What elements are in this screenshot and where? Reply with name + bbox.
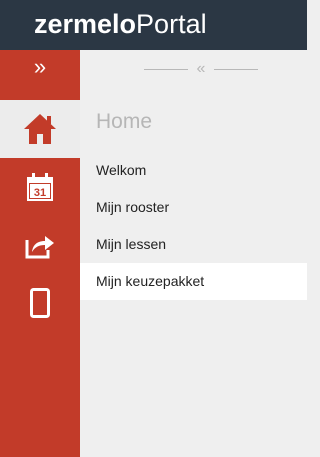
collapse-panel-button[interactable]: « — [144, 60, 258, 77]
main-content: « Home Welkom Mijn rooster Mijn lessen M… — [80, 50, 307, 457]
logo-bold-text: zermelo — [34, 9, 137, 39]
logo-light-text: Portal — [136, 9, 207, 39]
expand-rail-button[interactable]: » — [0, 50, 80, 86]
share-icon — [25, 236, 54, 259]
home-menu: Welkom Mijn rooster Mijn lessen Mijn keu… — [80, 152, 307, 300]
chevron-double-left-icon: « — [196, 60, 206, 77]
menu-item-mijn-rooster[interactable]: Mijn rooster — [80, 189, 307, 226]
rail-item-mobile[interactable] — [0, 274, 80, 332]
portal-logo[interactable]: zermeloPortal — [34, 7, 207, 41]
top-bar: zermeloPortal — [0, 0, 307, 50]
rail-item-schedule[interactable]: 31 — [0, 158, 80, 216]
menu-item-welkom[interactable]: Welkom — [80, 152, 307, 189]
collapse-line-right — [214, 69, 258, 70]
calendar-icon: 31 — [27, 173, 53, 201]
menu-item-mijn-keuzepakket[interactable]: Mijn keuzepakket — [80, 263, 307, 300]
mobile-icon — [30, 288, 50, 318]
menu-item-mijn-lessen[interactable]: Mijn lessen — [80, 226, 307, 263]
rail-item-home[interactable] — [0, 100, 80, 158]
app-window: zermeloPortal » 31 « Home Welkom Mijn ro… — [0, 0, 307, 457]
home-icon — [24, 114, 56, 144]
rail-item-share[interactable] — [0, 216, 80, 274]
side-rail: » 31 — [0, 50, 80, 457]
collapse-line-left — [144, 69, 188, 70]
section-title: Home — [96, 110, 153, 133]
calendar-day-label: 31 — [34, 187, 46, 199]
